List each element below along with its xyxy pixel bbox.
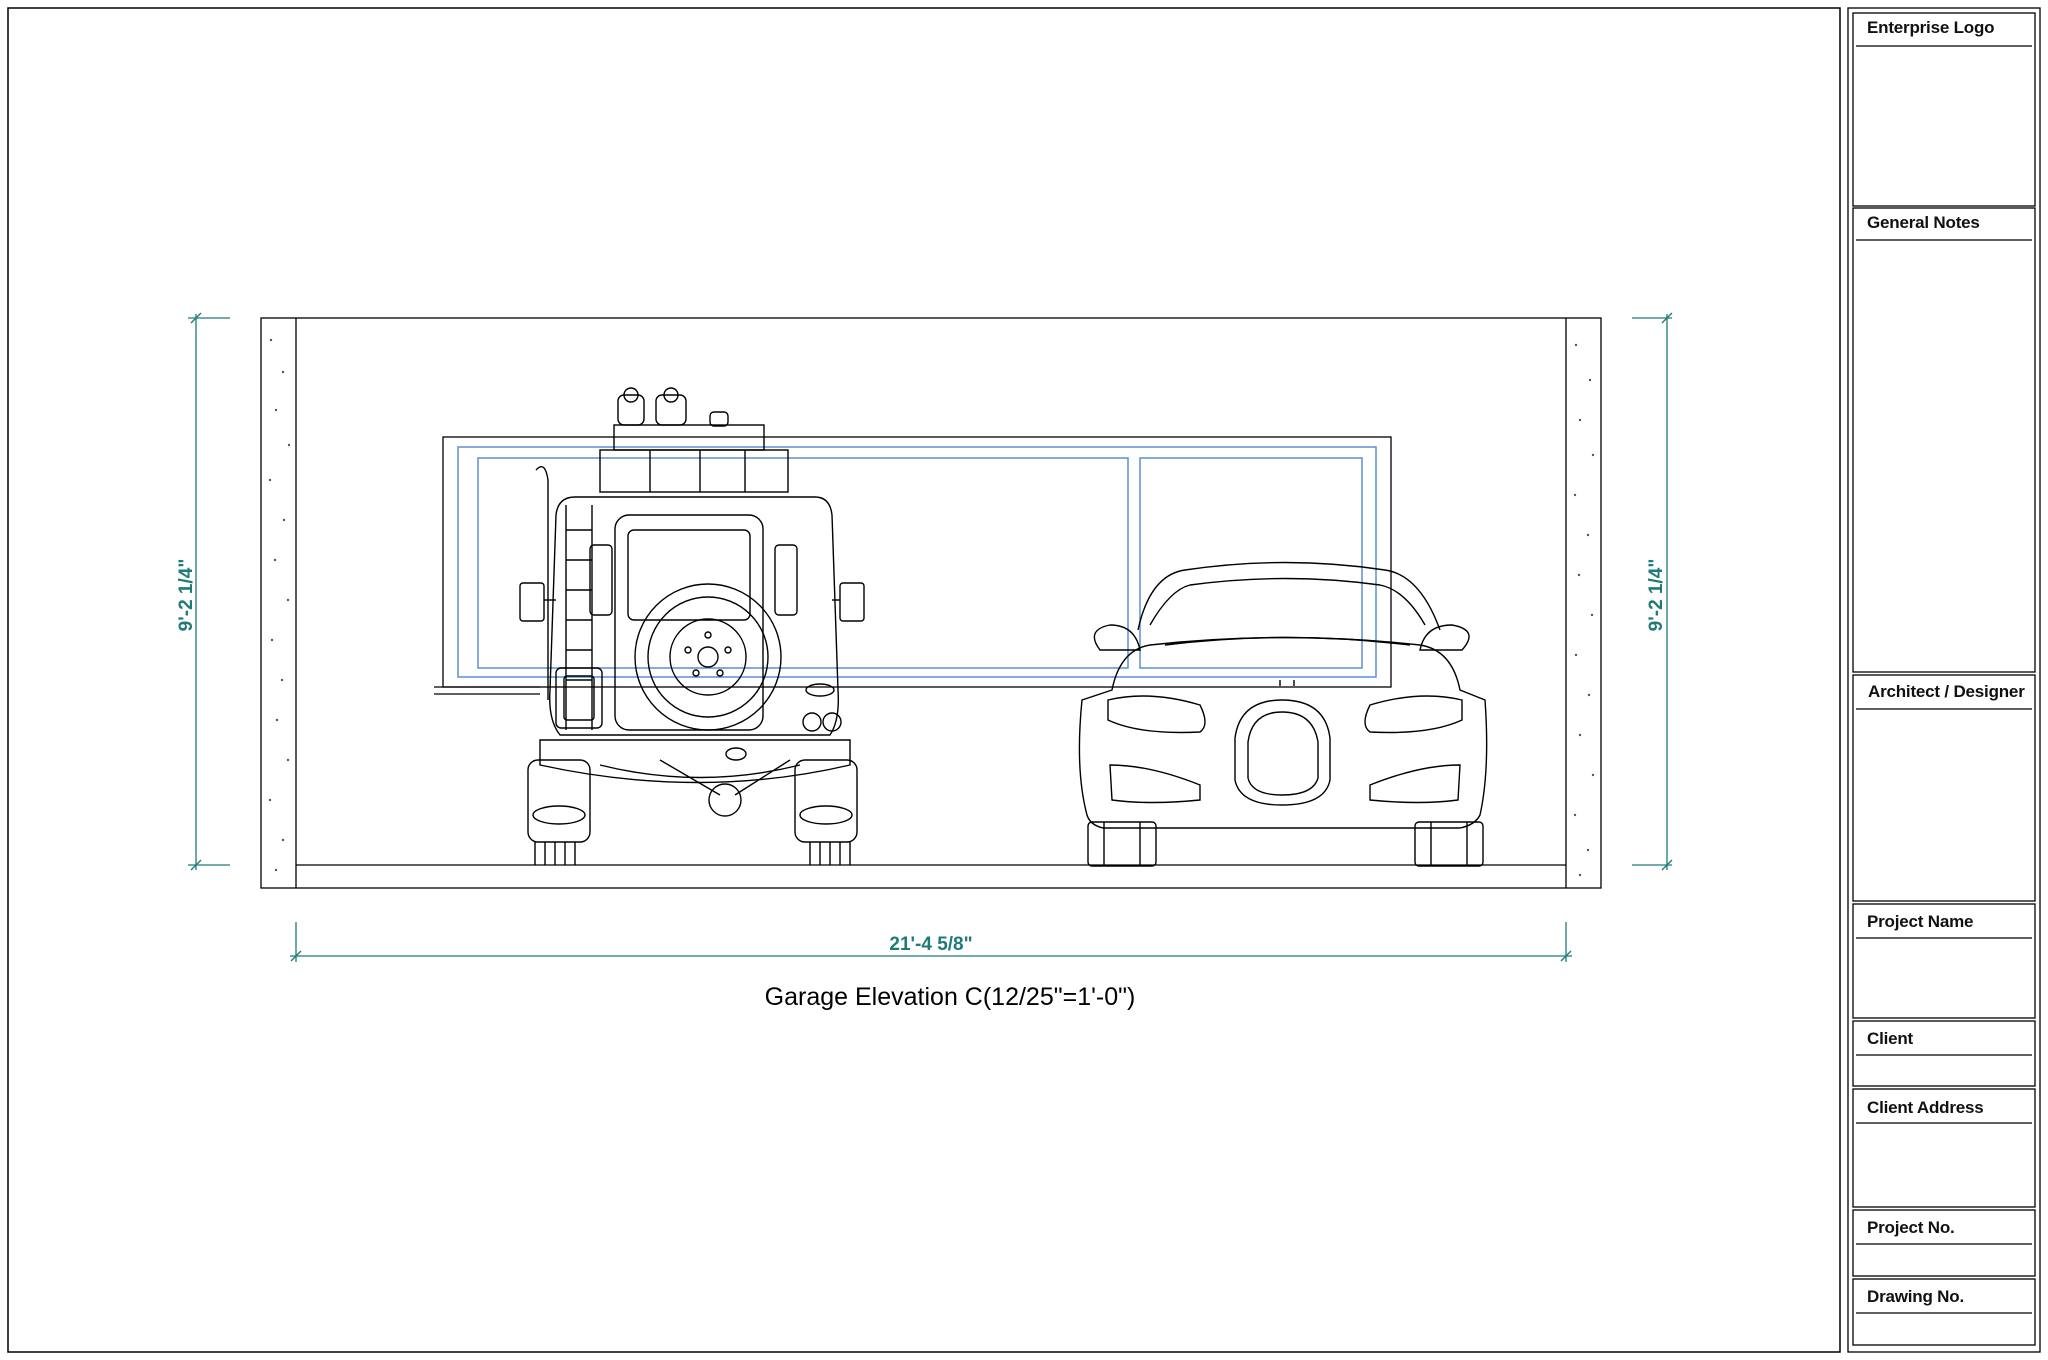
width-dimension: 21'-4 5/8" — [889, 934, 972, 955]
title-block-frame — [1847, 7, 2041, 1353]
drawing-no-label: Drawing No. — [1867, 1287, 1964, 1306]
project-name-label: Project Name — [1867, 912, 1974, 931]
garage-window — [434, 436, 1392, 695]
enterprise-logo-label: Enterprise Logo — [1867, 18, 1995, 37]
client-label: Client — [1867, 1029, 1914, 1048]
left-height-dimension: 9'-2 1/4" — [176, 559, 197, 632]
suv-drawing — [519, 387, 865, 865]
project-no-label: Project No. — [1867, 1218, 1955, 1237]
drawing-canvas: 9'-2 1/4" 9'-2 1/4" 21'-4 5/8" — [7, 7, 2041, 1353]
wall-hatch — [268, 338, 1595, 877]
client-address-label: Client Address — [1867, 1098, 1984, 1117]
drawing-sheet: 9'-2 1/4" 9'-2 1/4" 21'-4 5/8" Garage El… — [0, 0, 2048, 1360]
architect-label: Architect / Designer — [1868, 682, 2025, 701]
drawing-caption: Garage Elevation C(12/25"=1'-0") — [764, 983, 1136, 1011]
general-notes-label: General Notes — [1867, 213, 1980, 232]
right-height-dimension: 9'-2 1/4" — [1646, 559, 1667, 632]
